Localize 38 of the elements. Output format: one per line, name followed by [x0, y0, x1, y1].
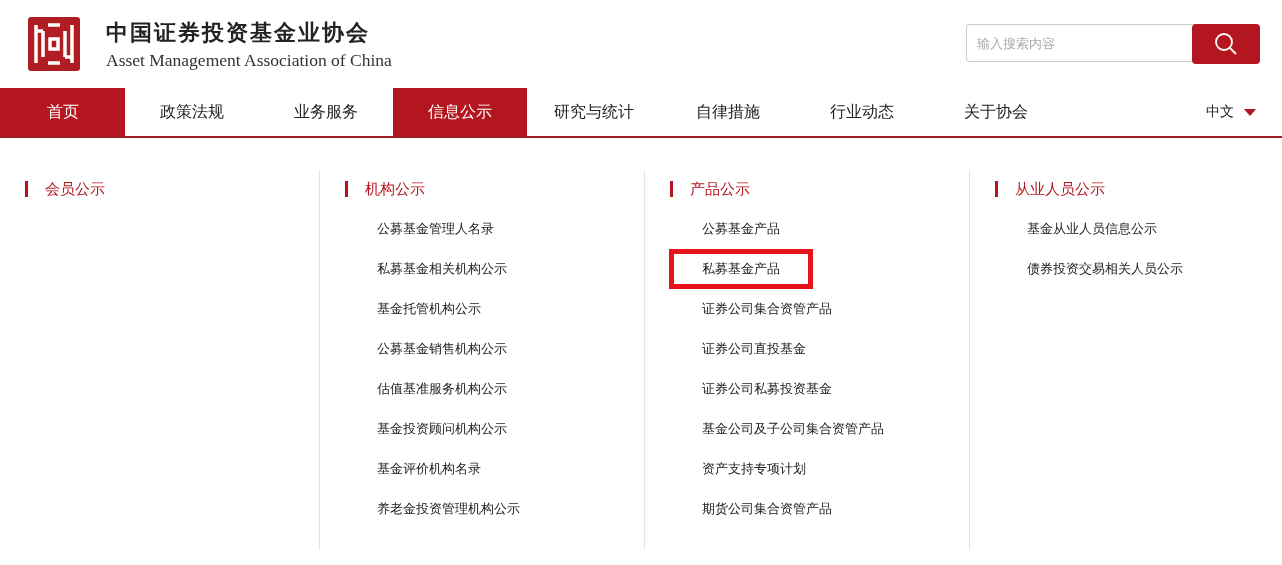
menu-link[interactable]: 证券公司私募投资基金 [669, 369, 865, 409]
menu-link[interactable]: 公募基金销售机构公示 [344, 329, 540, 369]
menu-link[interactable]: 基金评价机构名录 [344, 449, 514, 489]
menu-heading[interactable]: 会员公示 [25, 181, 319, 197]
menu-link[interactable]: 基金托管机构公示 [344, 289, 514, 329]
search-button[interactable] [1192, 24, 1260, 64]
nav-tab[interactable]: 关于协会 [929, 88, 1063, 136]
language-selector[interactable]: 中文 [1206, 103, 1234, 121]
menu-heading[interactable]: 从业人员公示 [995, 181, 1282, 197]
nav-tab[interactable]: 信息公示 [393, 88, 527, 136]
menu-heading[interactable]: 机构公示 [345, 181, 644, 197]
menu-link[interactable]: 基金投资顾问机构公示 [344, 409, 540, 449]
menu-link[interactable]: 估值基准服务机构公示 [344, 369, 540, 409]
menu-link[interactable]: 基金从业人员信息公示 [994, 209, 1190, 249]
caret-icon[interactable] [1244, 108, 1256, 116]
menu-link[interactable]: 公募基金管理人名录 [344, 209, 527, 249]
nav-tab[interactable]: 业务服务 [259, 88, 393, 136]
menu-link[interactable]: 公募基金产品 [669, 209, 813, 249]
logo-icon [28, 17, 80, 71]
nav-tab[interactable]: 行业动态 [795, 88, 929, 136]
nav-tab[interactable]: 政策法规 [125, 88, 259, 136]
menu-link[interactable]: 证券公司集合资管产品 [669, 289, 865, 329]
nav-tab[interactable]: 研究与统计 [527, 88, 661, 136]
search-field[interactable]: 输入搜索内容 [966, 24, 1196, 62]
menu-link[interactable]: 基金公司及子公司集合资管产品 [669, 409, 917, 449]
nav-tab[interactable]: 首页 [0, 88, 125, 136]
menu-link[interactable]: 债券投资交易相关人员公示 [994, 249, 1216, 289]
search-icon [1214, 32, 1238, 56]
site-title: 中国证券投资基金业协会 [106, 17, 371, 47]
menu-link[interactable]: 资产支持专项计划 [669, 449, 839, 489]
menu-heading[interactable]: 产品公示 [670, 181, 969, 197]
highlighted-menu-link[interactable]: 私募基金产品 [669, 249, 813, 289]
menu-link[interactable]: 养老金投资管理机构公示 [344, 489, 553, 529]
site-subtitle: Asset Management Association of China [106, 49, 392, 71]
nav-tab[interactable]: 自律措施 [661, 88, 795, 136]
menu-link[interactable]: 期货公司集合资管产品 [669, 489, 865, 529]
menu-link[interactable]: 私募基金相关机构公示 [344, 249, 540, 289]
menu-link[interactable]: 证券公司直投基金 [669, 329, 839, 369]
